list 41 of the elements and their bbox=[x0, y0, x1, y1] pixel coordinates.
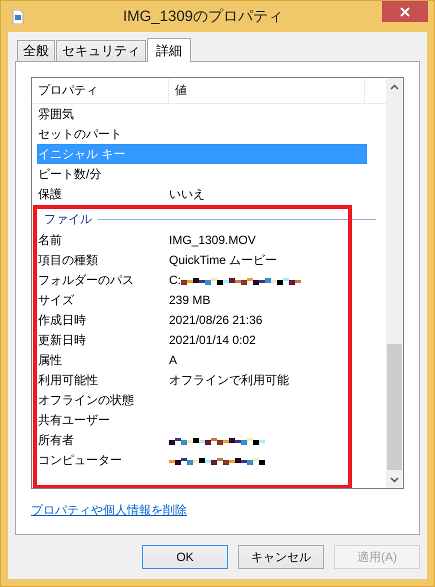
tab[interactable]: 詳細 bbox=[147, 38, 191, 62]
property-value: いいえ bbox=[169, 186, 205, 202]
property-row[interactable]: オフラインの状態 bbox=[37, 390, 367, 410]
property-value: C: bbox=[169, 273, 181, 287]
property-row[interactable]: セットのパート bbox=[37, 124, 367, 144]
property-row[interactable]: 作成日時 2021/08/26 21:36 bbox=[37, 310, 367, 330]
property-value: A bbox=[169, 353, 178, 367]
property-value: 239 MB bbox=[169, 293, 210, 307]
tab[interactable]: 全般 bbox=[17, 40, 55, 61]
scroll-up-icon[interactable] bbox=[390, 84, 399, 90]
file-icon bbox=[12, 10, 24, 24]
close-button[interactable] bbox=[382, 1, 428, 22]
dialog-button[interactable]: OK bbox=[142, 545, 228, 569]
property-row[interactable]: 雰囲気 bbox=[37, 104, 367, 124]
scrollbar-thumb[interactable] bbox=[387, 344, 402, 470]
dialog-button[interactable]: キャンセル bbox=[238, 545, 324, 569]
property-value: QuickTime ムービー bbox=[169, 252, 278, 268]
window-title: IMG_1309のプロパティ bbox=[122, 7, 284, 26]
property-row[interactable]: コンピューター bbox=[37, 450, 367, 470]
property-value: 2021/08/26 21:36 bbox=[169, 313, 262, 327]
property-row[interactable]: サイズ 239 MB bbox=[37, 290, 367, 310]
column-header[interactable]: プロパティ bbox=[32, 78, 169, 103]
property-row[interactable]: 利用可能性 オフラインで利用可能 bbox=[37, 370, 367, 390]
property-value: 2021/01/14 0:02 bbox=[169, 333, 256, 347]
property-row[interactable]: 属性 A bbox=[37, 350, 367, 370]
property-row[interactable]: ビート数/分 bbox=[37, 164, 367, 184]
close-icon[interactable] bbox=[400, 6, 410, 16]
property-row[interactable]: 共有ユーザー bbox=[37, 410, 367, 430]
remove-properties-link[interactable]: プロパティや個人情報を削除 bbox=[31, 502, 187, 519]
column-header[interactable]: 値 bbox=[169, 78, 365, 103]
property-row[interactable]: 名前 IMG_1309.MOV bbox=[37, 230, 367, 250]
property-row[interactable]: フォルダーのパス C: bbox=[37, 270, 367, 290]
property-row[interactable]: 更新日時 2021/01/14 0:02 bbox=[37, 330, 367, 350]
property-row[interactable]: 項目の種類 QuickTime ムービー bbox=[37, 250, 367, 270]
tab[interactable]: セキュリティ bbox=[56, 40, 146, 61]
scroll-down-icon[interactable] bbox=[390, 476, 399, 482]
property-value: オフラインで利用可能 bbox=[169, 372, 289, 388]
group-heading: ファイル bbox=[44, 210, 92, 228]
property-row[interactable]: 保護 いいえ bbox=[37, 184, 367, 204]
property-value: IMG_1309.MOV bbox=[169, 233, 256, 247]
property-row[interactable]: 所有者 bbox=[37, 430, 367, 450]
